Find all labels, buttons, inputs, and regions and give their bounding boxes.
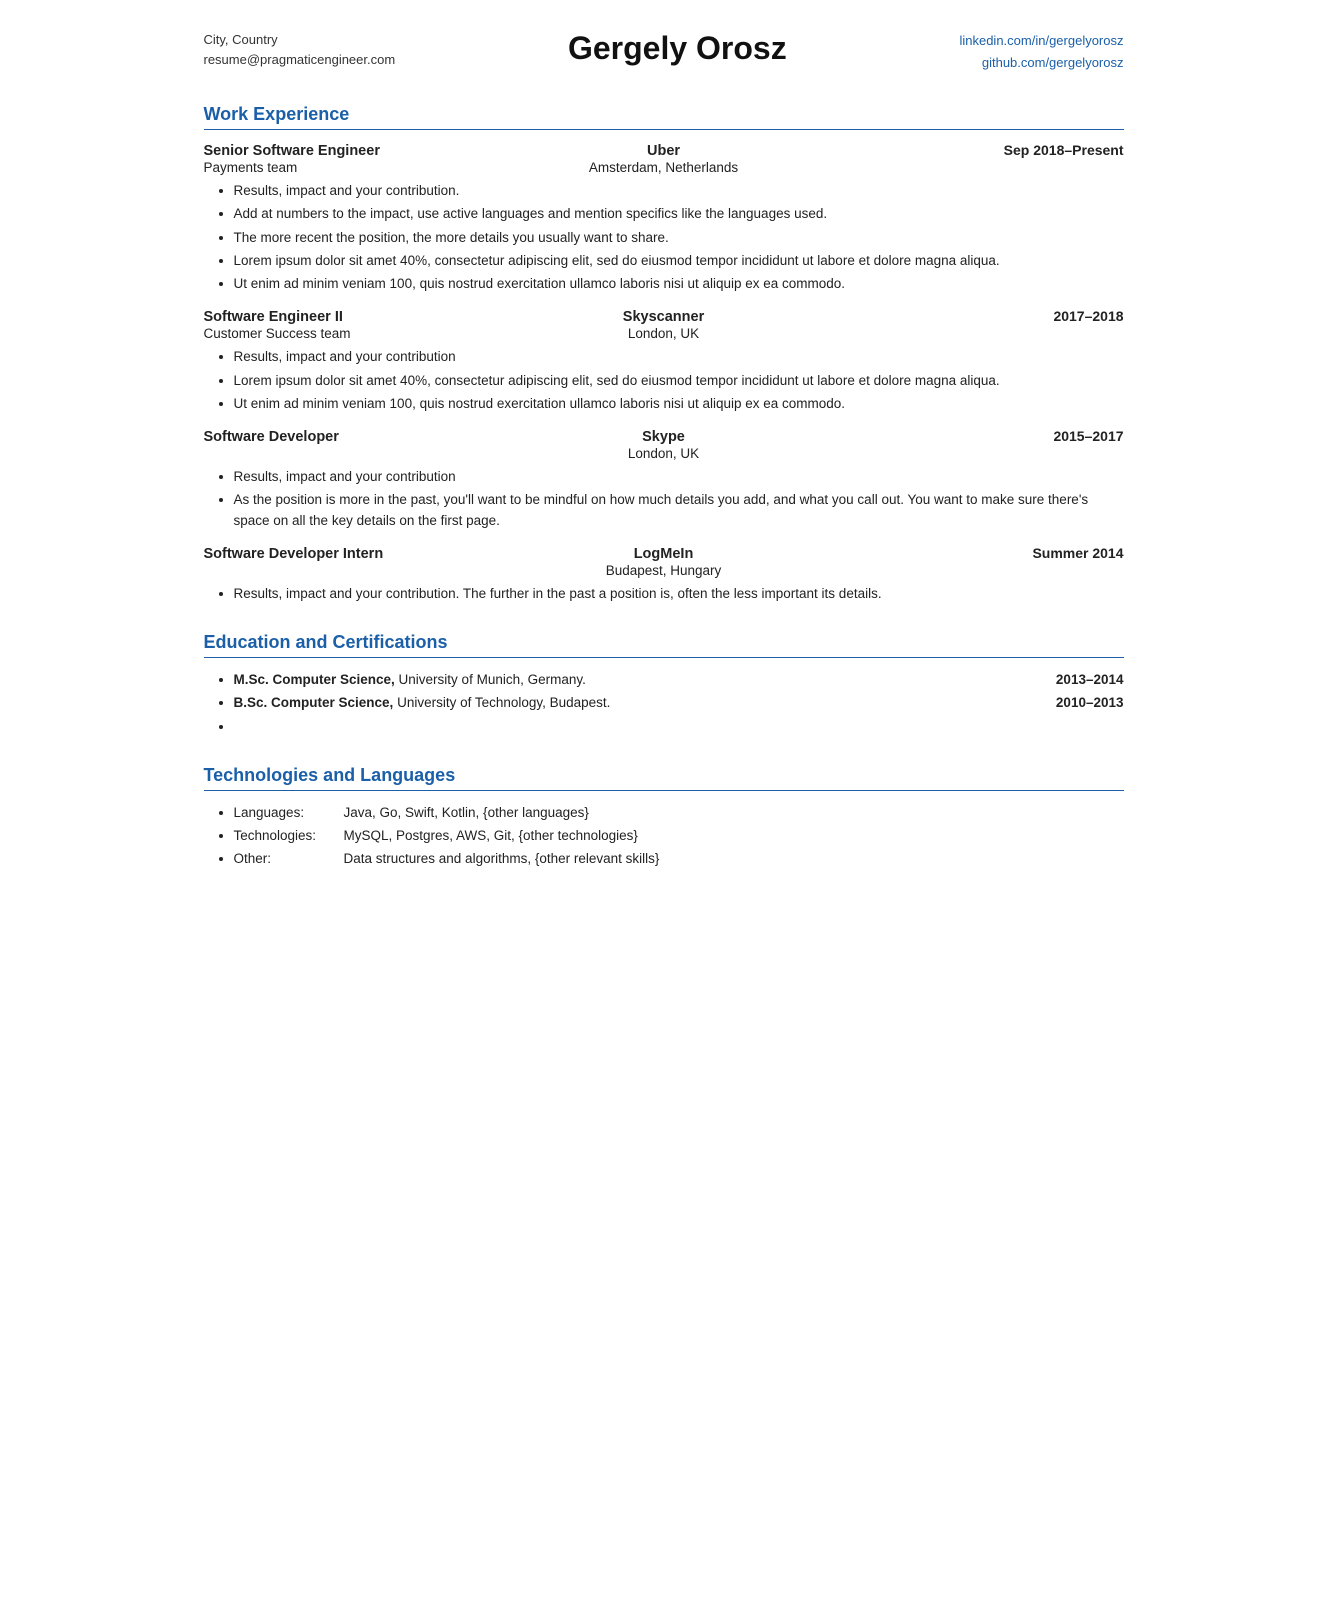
job-logmein-header: Software Developer Intern LogMeIn Summer…: [204, 545, 1124, 562]
job-logmein-location: Budapest, Hungary: [510, 563, 817, 578]
edu-row-1: M.Sc. Computer Science, University of Mu…: [234, 670, 1124, 690]
work-experience-section: Work Experience Senior Software Engineer…: [204, 104, 1124, 604]
list-item: Results, impact and your contribution.: [234, 181, 1124, 201]
edu-msc-date: 2013–2014: [1056, 670, 1124, 690]
edu-bsc-rest: University of Technology, Budapest.: [393, 695, 610, 710]
edu-bsc-bold: B.Sc. Computer Science,: [234, 695, 394, 710]
job-skyscanner-header: Software Engineer II Skyscanner 2017–201…: [204, 308, 1124, 325]
job-logmein-title: Software Developer Intern: [204, 546, 511, 562]
work-experience-divider: [204, 129, 1124, 130]
job-skype-header: Software Developer Skype 2015–2017: [204, 428, 1124, 445]
job-logmein-bullets: Results, impact and your contribution. T…: [234, 584, 1124, 604]
education-title: Education and Certifications: [204, 632, 1124, 653]
tech-languages-row: Languages: Java, Go, Swift, Kotlin, {oth…: [234, 803, 1124, 823]
job-skyscanner-bullets: Results, impact and your contribution Lo…: [234, 347, 1124, 414]
list-item: M.Sc. Computer Science, University of Mu…: [234, 670, 1124, 690]
list-item: Ut enim ad minim veniam 100, quis nostru…: [234, 394, 1124, 414]
list-item: Languages: Java, Go, Swift, Kotlin, {oth…: [234, 803, 1124, 823]
job-skyscanner-sub-right: [817, 326, 1124, 341]
list-item: Lorem ipsum dolor sit amet 40%, consecte…: [234, 251, 1124, 271]
header-email: resume@pragmaticengineer.com: [204, 50, 396, 70]
header-city: City, Country: [204, 30, 396, 50]
list-item: Results, impact and your contribution: [234, 467, 1124, 487]
job-skyscanner-sub: Customer Success team London, UK: [204, 326, 1124, 341]
tech-languages-value: Java, Go, Swift, Kotlin, {other language…: [344, 803, 1124, 823]
job-logmein-company: LogMeIn: [510, 546, 817, 562]
job-uber-header: Senior Software Engineer Uber Sep 2018–P…: [204, 142, 1124, 159]
job-uber-sub-right: [817, 160, 1124, 175]
technologies-title: Technologies and Languages: [204, 765, 1124, 786]
tech-languages-label: Languages:: [234, 803, 344, 823]
job-uber-location: Amsterdam, Netherlands: [510, 160, 817, 175]
tech-other-value: Data structures and algorithms, {other r…: [344, 849, 1124, 869]
job-skyscanner-date: 2017–2018: [817, 308, 1124, 324]
list-item: Ut enim ad minim veniam 100, quis nostru…: [234, 274, 1124, 294]
list-item: As the position is more in the past, you…: [234, 490, 1124, 531]
list-item: Add at numbers to the impact, use active…: [234, 204, 1124, 224]
technologies-section: Technologies and Languages Languages: Ja…: [204, 765, 1124, 870]
header-name: Gergely Orosz: [395, 30, 959, 67]
job-logmein-team: [204, 563, 511, 578]
job-skype-location: London, UK: [510, 446, 817, 461]
list-item: Other: Data structures and algorithms, {…: [234, 849, 1124, 869]
education-divider: [204, 657, 1124, 658]
list-item: The more recent the position, the more d…: [234, 228, 1124, 248]
job-skype-title: Software Developer: [204, 429, 511, 445]
job-skype-team: [204, 446, 511, 461]
edu-msc-text: M.Sc. Computer Science, University of Mu…: [234, 670, 586, 690]
list-item: Results, impact and your contribution. T…: [234, 584, 1124, 604]
job-skyscanner-company: Skyscanner: [510, 309, 817, 325]
job-skype-company: Skype: [510, 429, 817, 445]
edu-row-2: B.Sc. Computer Science, University of Te…: [234, 693, 1124, 713]
job-uber: Senior Software Engineer Uber Sep 2018–P…: [204, 142, 1124, 294]
job-skype-bullets: Results, impact and your contribution As…: [234, 467, 1124, 531]
list-item: B.Sc. Computer Science, University of Te…: [234, 693, 1124, 713]
job-skype-sub-right: [817, 446, 1124, 461]
job-skype: Software Developer Skype 2015–2017 Londo…: [204, 428, 1124, 531]
job-uber-sub: Payments team Amsterdam, Netherlands: [204, 160, 1124, 175]
job-skyscanner-title: Software Engineer II: [204, 309, 511, 325]
edu-msc-rest: University of Munich, Germany.: [395, 672, 586, 687]
job-skyscanner-location: London, UK: [510, 326, 817, 341]
job-skyscanner-team: Customer Success team: [204, 326, 511, 341]
job-logmein: Software Developer Intern LogMeIn Summer…: [204, 545, 1124, 604]
job-uber-date: Sep 2018–Present: [817, 142, 1124, 158]
job-logmein-date: Summer 2014: [817, 545, 1124, 561]
list-item: Results, impact and your contribution: [234, 347, 1124, 367]
header-linkedin[interactable]: linkedin.com/in/gergelyorosz: [959, 30, 1123, 52]
tech-technologies-label: Technologies:: [234, 826, 344, 846]
tech-technologies-value: MySQL, Postgres, AWS, Git, {other techno…: [344, 826, 1124, 846]
header-contact-right: linkedin.com/in/gergelyorosz github.com/…: [959, 30, 1123, 74]
job-uber-bullets: Results, impact and your contribution. A…: [234, 181, 1124, 294]
header-github[interactable]: github.com/gergelyorosz: [959, 52, 1123, 74]
job-uber-title: Senior Software Engineer: [204, 143, 511, 159]
job-uber-team: Payments team: [204, 160, 511, 175]
job-uber-company: Uber: [510, 143, 817, 159]
technologies-divider: [204, 790, 1124, 791]
job-skype-sub: London, UK: [204, 446, 1124, 461]
technologies-list: Languages: Java, Go, Swift, Kotlin, {oth…: [234, 803, 1124, 870]
list-item: Technologies: MySQL, Postgres, AWS, Git,…: [234, 826, 1124, 846]
job-skype-date: 2015–2017: [817, 428, 1124, 444]
edu-bsc-text: B.Sc. Computer Science, University of Te…: [234, 693, 611, 713]
job-logmein-sub: Budapest, Hungary: [204, 563, 1124, 578]
education-section: Education and Certifications M.Sc. Compu…: [204, 632, 1124, 737]
list-item: [234, 717, 1124, 737]
header-contact-left: City, Country resume@pragmaticengineer.c…: [204, 30, 396, 69]
job-skyscanner: Software Engineer II Skyscanner 2017–201…: [204, 308, 1124, 414]
tech-technologies-row: Technologies: MySQL, Postgres, AWS, Git,…: [234, 826, 1124, 846]
resume-header: City, Country resume@pragmaticengineer.c…: [204, 30, 1124, 74]
work-experience-title: Work Experience: [204, 104, 1124, 125]
job-logmein-sub-right: [817, 563, 1124, 578]
tech-other-row: Other: Data structures and algorithms, {…: [234, 849, 1124, 869]
edu-msc-bold: M.Sc. Computer Science,: [234, 672, 395, 687]
edu-bsc-date: 2010–2013: [1056, 693, 1124, 713]
list-item: Lorem ipsum dolor sit amet 40%, consecte…: [234, 371, 1124, 391]
education-list: M.Sc. Computer Science, University of Mu…: [234, 670, 1124, 737]
tech-other-label: Other:: [234, 849, 344, 869]
